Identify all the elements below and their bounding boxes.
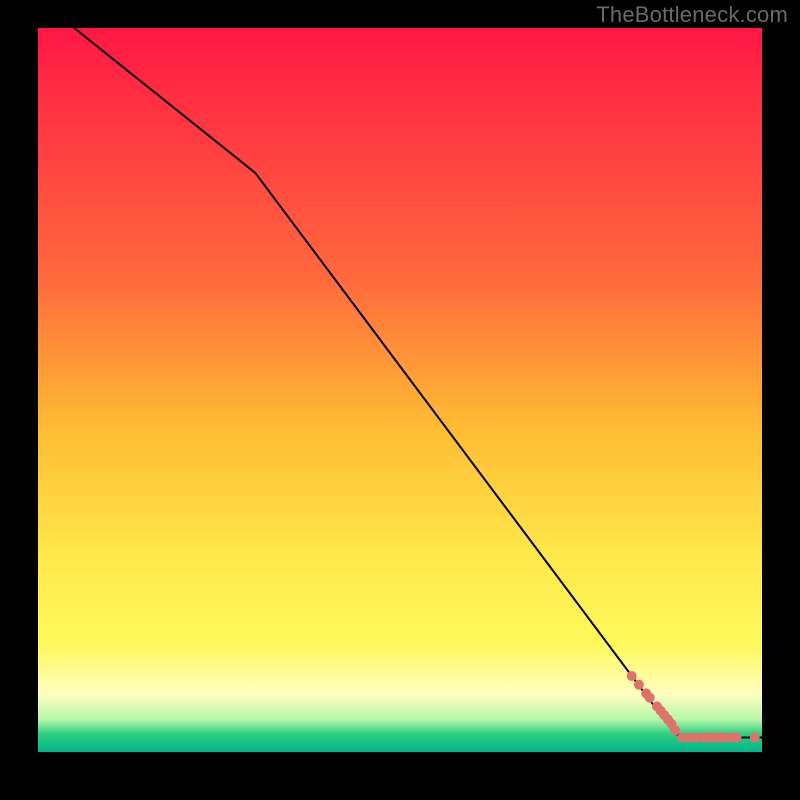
chart-outer-frame: TheBottleneck.com (0, 0, 800, 800)
data-point (670, 725, 680, 735)
watermark-label: TheBottleneck.com (596, 2, 788, 28)
bottleneck-chart (38, 28, 762, 752)
data-point (634, 680, 644, 690)
data-point (645, 693, 655, 703)
data-point (750, 733, 760, 743)
data-point (732, 733, 742, 743)
gradient-background (38, 28, 762, 752)
plot-area-wrap (38, 28, 762, 752)
data-point (627, 671, 637, 681)
